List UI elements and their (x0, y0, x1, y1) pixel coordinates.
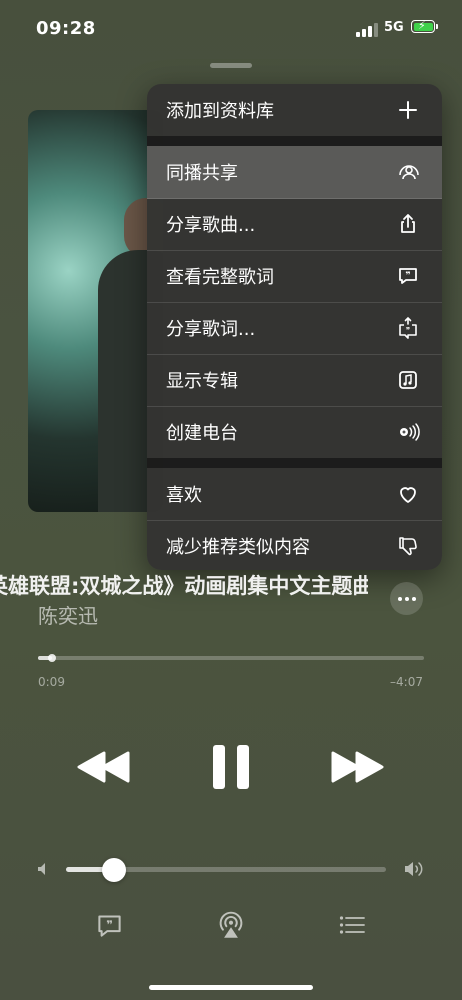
thumbs-down-icon (399, 537, 417, 556)
menu-item-share-lyrics[interactable]: 分享歌词... ❞ (147, 302, 442, 355)
menu-item-label: 同播共享 (166, 163, 238, 184)
share-icon (401, 214, 415, 233)
battery-tip (436, 24, 438, 29)
context-menu: 添加到资料库 同播共享 分享歌曲... 查看完整歌词 ❞ 分享歌词... ❞ 显… (147, 84, 442, 570)
sheet-grabber[interactable] (210, 63, 252, 68)
pause-icon (213, 745, 225, 789)
progress-scrubber[interactable] (38, 654, 424, 662)
svg-text:❞: ❞ (405, 271, 410, 281)
volume-knob[interactable] (102, 858, 126, 882)
menu-item-label: 减少推荐类似内容 (166, 537, 310, 558)
menu-item-show-album[interactable]: 显示专辑 (147, 354, 442, 407)
menu-item-label: 显示专辑 (166, 371, 238, 392)
share-lyrics-icon: ❞ (399, 316, 417, 339)
shareplay-icon (399, 165, 419, 180)
plus-icon (399, 101, 417, 119)
home-indicator[interactable] (149, 985, 313, 990)
previous-track-button[interactable] (77, 750, 131, 784)
menu-item-suggest-less[interactable]: 减少推荐类似内容 (147, 520, 442, 570)
music-note-square-icon (399, 371, 417, 389)
battery-icon: ⚡ (411, 19, 435, 33)
menu-item-share-song[interactable]: 分享歌曲... (147, 198, 442, 251)
ellipsis-icon (397, 596, 402, 601)
song-title: 《英雄联盟:双城之战》动画剧集中文主题曲 (0, 568, 368, 598)
svg-text:❞: ❞ (406, 326, 410, 335)
pause-button[interactable] (211, 744, 251, 790)
volume-min-icon (38, 863, 45, 875)
radio-station-icon (400, 423, 420, 441)
menu-group-gap (147, 136, 442, 146)
album-artwork[interactable] (28, 110, 163, 512)
menu-item-create-station[interactable]: 创建电台 (147, 406, 442, 458)
signal-icon (356, 23, 378, 37)
menu-group-gap (147, 458, 442, 468)
svg-text:❞: ❞ (106, 918, 113, 931)
status-bar: 09:28 5G ⚡ (0, 0, 462, 60)
song-artist[interactable]: 陈奕迅 (38, 600, 98, 629)
menu-item-label: 创建电台 (166, 423, 238, 444)
network-type: 5G (384, 20, 404, 35)
forward-icon (331, 751, 360, 783)
menu-item-shareplay[interactable]: 同播共享 (147, 146, 442, 199)
more-options-button[interactable] (390, 582, 423, 615)
lyrics-bubble-icon: ❞ (399, 268, 417, 284)
menu-item-label: 添加到资料库 (166, 101, 274, 122)
menu-item-label: 分享歌曲... (166, 215, 256, 236)
volume-max-icon (405, 862, 423, 876)
airplay-icon[interactable] (217, 910, 245, 940)
queue-list-icon[interactable] (339, 915, 365, 935)
volume-slider[interactable] (66, 858, 386, 882)
progress-knob[interactable] (47, 654, 56, 662)
menu-item-love[interactable]: 喜欢 (147, 468, 442, 521)
menu-item-label: 分享歌词... (166, 319, 256, 340)
heart-icon (400, 487, 416, 503)
lyrics-bubble-icon[interactable]: ❞ (96, 912, 123, 939)
menu-item-add-to-library[interactable]: 添加到资料库 (147, 84, 442, 136)
menu-item-label: 喜欢 (166, 485, 202, 506)
menu-item-label: 查看完整歌词 (166, 267, 274, 288)
menu-item-view-lyrics[interactable]: 查看完整歌词 ❞ (147, 250, 442, 303)
remaining-time: –4:07 (390, 675, 423, 689)
next-track-button[interactable] (331, 750, 385, 784)
song-title-text: 《英雄联盟:双城之战》动画剧集中文主题曲 (0, 574, 368, 598)
elapsed-time: 0:09 (38, 675, 65, 689)
status-time: 09:28 (36, 18, 96, 39)
backward-icon (77, 751, 106, 783)
